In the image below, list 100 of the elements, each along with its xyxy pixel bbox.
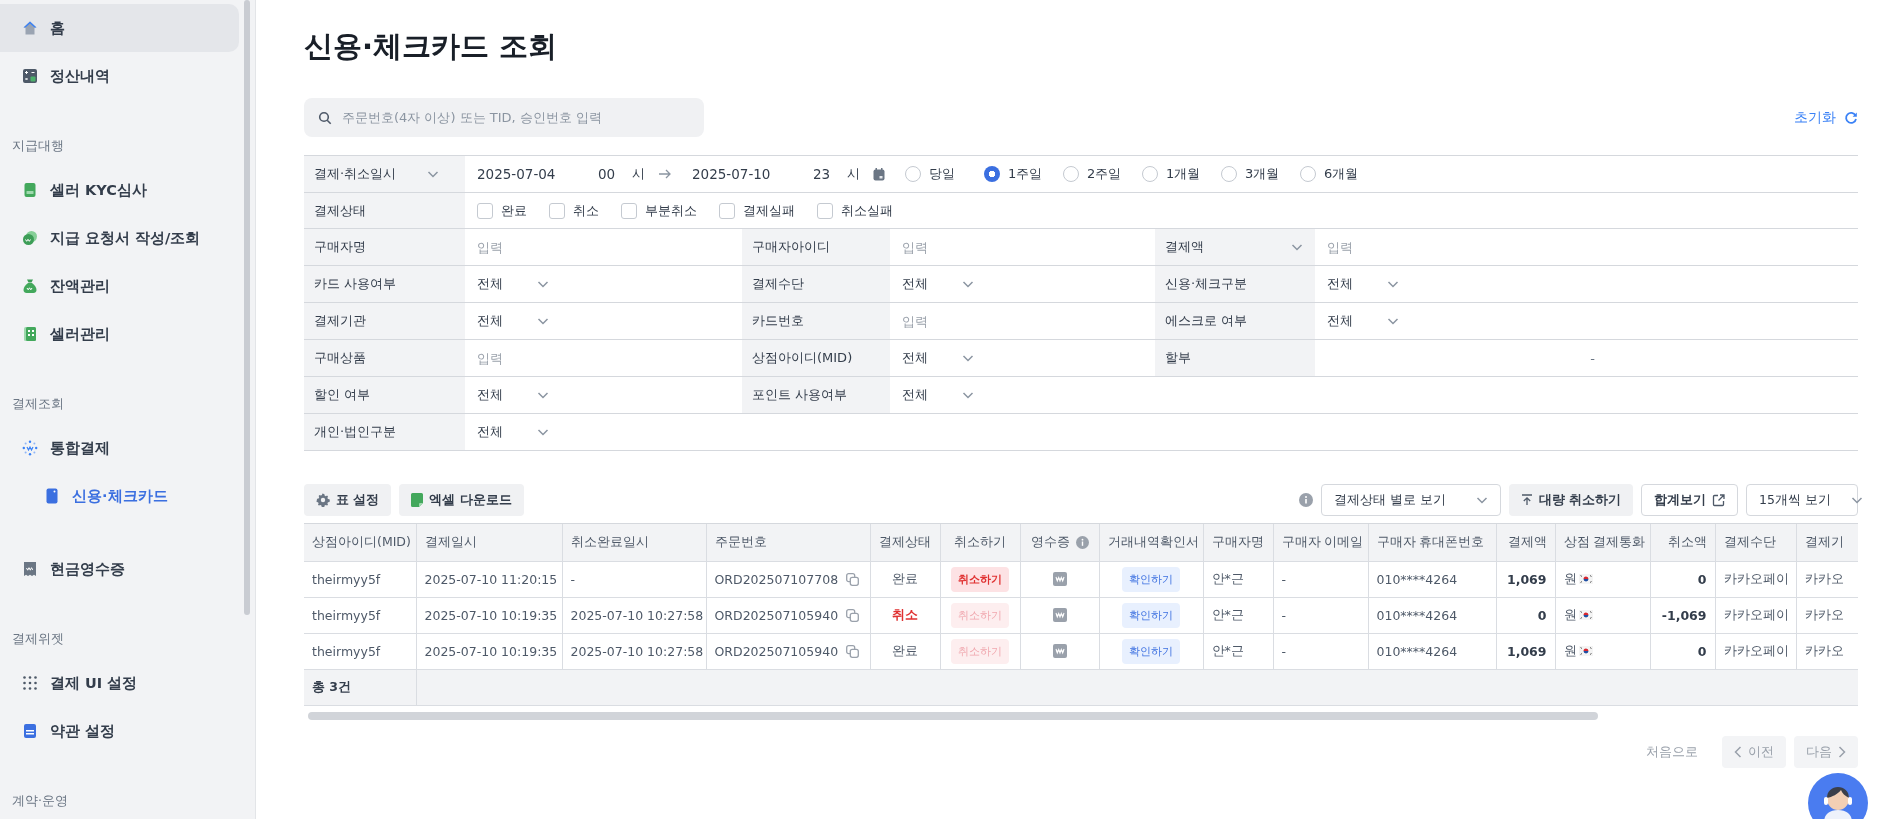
- column-header: 결제수단: [1715, 524, 1796, 561]
- arrow-right-icon: [658, 168, 672, 180]
- filter-label: 결제기관: [314, 312, 366, 330]
- radio-button[interactable]: [1063, 166, 1079, 182]
- search-field[interactable]: 주문번호(4자 이상) 또는 TID, 승인번호 입력: [304, 98, 704, 137]
- date-field[interactable]: 2025-07-10: [692, 166, 813, 182]
- radio-button[interactable]: [984, 166, 1000, 182]
- input-field[interactable]: 입력: [477, 239, 677, 255]
- reset-button[interactable]: 초기화: [1794, 108, 1858, 127]
- input-field[interactable]: 입력: [477, 350, 677, 366]
- checkbox[interactable]: [817, 202, 833, 219]
- page-title: 신용·체크카드 조회: [304, 28, 559, 65]
- calendar-icon[interactable]: [873, 167, 885, 181]
- sidebar-item[interactable]: 약관 설정: [0, 707, 239, 755]
- radio-button[interactable]: [1300, 166, 1316, 182]
- status-text: 완료: [870, 561, 940, 597]
- date-field[interactable]: 2025-07-04: [477, 166, 598, 182]
- flag-icon: [1578, 610, 1593, 620]
- dropdown[interactable]: 전체: [1327, 312, 1399, 330]
- statement-button[interactable]: 확인하기: [1122, 602, 1180, 628]
- money-bag-icon: [22, 278, 38, 294]
- table-cell: -: [1273, 633, 1368, 669]
- gear-icon: [316, 493, 330, 507]
- checkbox[interactable]: [621, 202, 637, 219]
- status-text: 취소: [870, 597, 940, 633]
- table-cell: 0: [1650, 633, 1715, 669]
- statement-button[interactable]: 확인하기: [1122, 566, 1180, 592]
- dots-icon: [22, 440, 38, 456]
- filter-label: 결제수단: [752, 275, 804, 293]
- status-text: 완료: [870, 633, 940, 669]
- checkbox[interactable]: [719, 202, 735, 219]
- receipt-icon[interactable]: [1051, 607, 1068, 623]
- horizontal-scrollbar[interactable]: [308, 711, 1598, 720]
- sidebar-item[interactable]: 신용·체크카드: [0, 472, 239, 520]
- sidebar-item[interactable]: 결제 UI 설정: [0, 659, 239, 707]
- sidebar-item[interactable]: 잔액관리: [0, 262, 239, 310]
- receipt-icon[interactable]: [1051, 643, 1068, 659]
- info-icon: [1298, 493, 1313, 507]
- filter-label: 결제상태: [314, 201, 366, 220]
- building-icon: [22, 326, 38, 342]
- dropdown[interactable]: 전체: [902, 349, 974, 367]
- copy-icon[interactable]: [846, 608, 860, 622]
- dropdown[interactable]: 전체: [902, 275, 974, 293]
- field-value: -: [1590, 350, 1595, 366]
- sidebar-item[interactable]: 정산내역: [0, 52, 239, 100]
- dropdown[interactable]: 전체: [477, 423, 549, 441]
- column-header: 결제일시: [416, 524, 562, 561]
- hour-unit: 시: [847, 165, 861, 183]
- checkbox-label: 부분취소: [645, 201, 697, 220]
- cancel-button[interactable]: 취소하기: [951, 566, 1009, 592]
- summary-button[interactable]: 합계보기: [1641, 484, 1738, 516]
- sidebar-item[interactable]: 셀러관리: [0, 310, 239, 358]
- section-label: 지급대행: [11, 136, 65, 155]
- table-cell: 2025-07-10 10:19:35: [416, 597, 562, 633]
- input-field[interactable]: 입력: [902, 313, 1102, 329]
- order-number: ORD202507105940: [714, 607, 839, 623]
- statement-button[interactable]: 확인하기: [1122, 638, 1180, 664]
- checkbox[interactable]: [477, 202, 493, 219]
- filter-label: 개인·법인구분: [314, 423, 397, 441]
- sidebar-item[interactable]: 홈: [0, 4, 239, 52]
- table-cell: 2025-07-10 10:19:35: [416, 633, 562, 669]
- column-header: 상점 결제통화: [1555, 524, 1650, 561]
- input-field[interactable]: 입력: [902, 239, 1102, 255]
- dropdown[interactable]: 전체: [477, 312, 549, 330]
- hour-field[interactable]: 00: [598, 166, 632, 182]
- sidebar-item[interactable]: 현금영수증: [0, 545, 239, 593]
- checkbox[interactable]: [549, 202, 565, 219]
- dropdown[interactable]: 전체: [477, 386, 549, 404]
- filter-label: 결제·취소일시: [314, 165, 397, 183]
- table-cell: -1,069: [1650, 597, 1715, 633]
- radio-label: 1개월: [1166, 165, 1201, 183]
- column-header: 구매자 이메일: [1273, 524, 1368, 561]
- dropdown[interactable]: 전체: [477, 275, 549, 293]
- hour-field[interactable]: 23: [813, 166, 847, 182]
- support-chat-button[interactable]: [1808, 773, 1868, 819]
- radio-button[interactable]: [1142, 166, 1158, 182]
- order-number: ORD202507105940: [714, 643, 839, 659]
- bulk-cancel-button[interactable]: 대량 취소하기: [1508, 484, 1633, 516]
- dropdown[interactable]: 전체: [1327, 275, 1399, 293]
- table-settings-button[interactable]: 표 설정: [304, 484, 392, 516]
- radio-button[interactable]: [1221, 166, 1237, 182]
- dropdown[interactable]: 전체: [902, 386, 974, 404]
- hour-unit: 시: [632, 165, 646, 183]
- filter-label: 구매자아이디: [752, 238, 830, 256]
- order-number: ORD202507107708: [714, 571, 839, 587]
- sidebar-item[interactable]: 지급 요청서 작성/조회: [0, 214, 239, 262]
- view-select[interactable]: 결제상태 별로 보기: [1320, 484, 1501, 516]
- sidebar-item[interactable]: 셀러 KYC심사: [0, 166, 239, 214]
- excel-download-button[interactable]: 엑셀 다운로드: [399, 484, 524, 516]
- checkbox-label: 취소실패: [841, 201, 893, 220]
- input-field[interactable]: 입력: [1327, 239, 1527, 255]
- radio-button[interactable]: [905, 166, 921, 182]
- copy-icon[interactable]: [846, 572, 860, 586]
- copy-icon[interactable]: [846, 644, 860, 658]
- spreadsheet-icon: [411, 493, 424, 507]
- receipt-icon[interactable]: [1051, 571, 1068, 587]
- table-cell: theirmyy5f: [304, 597, 416, 633]
- sidebar-item[interactable]: 통합결제: [0, 424, 239, 472]
- scrollbar[interactable]: [244, 0, 250, 615]
- column-header: 거래내역확인서: [1099, 524, 1203, 561]
